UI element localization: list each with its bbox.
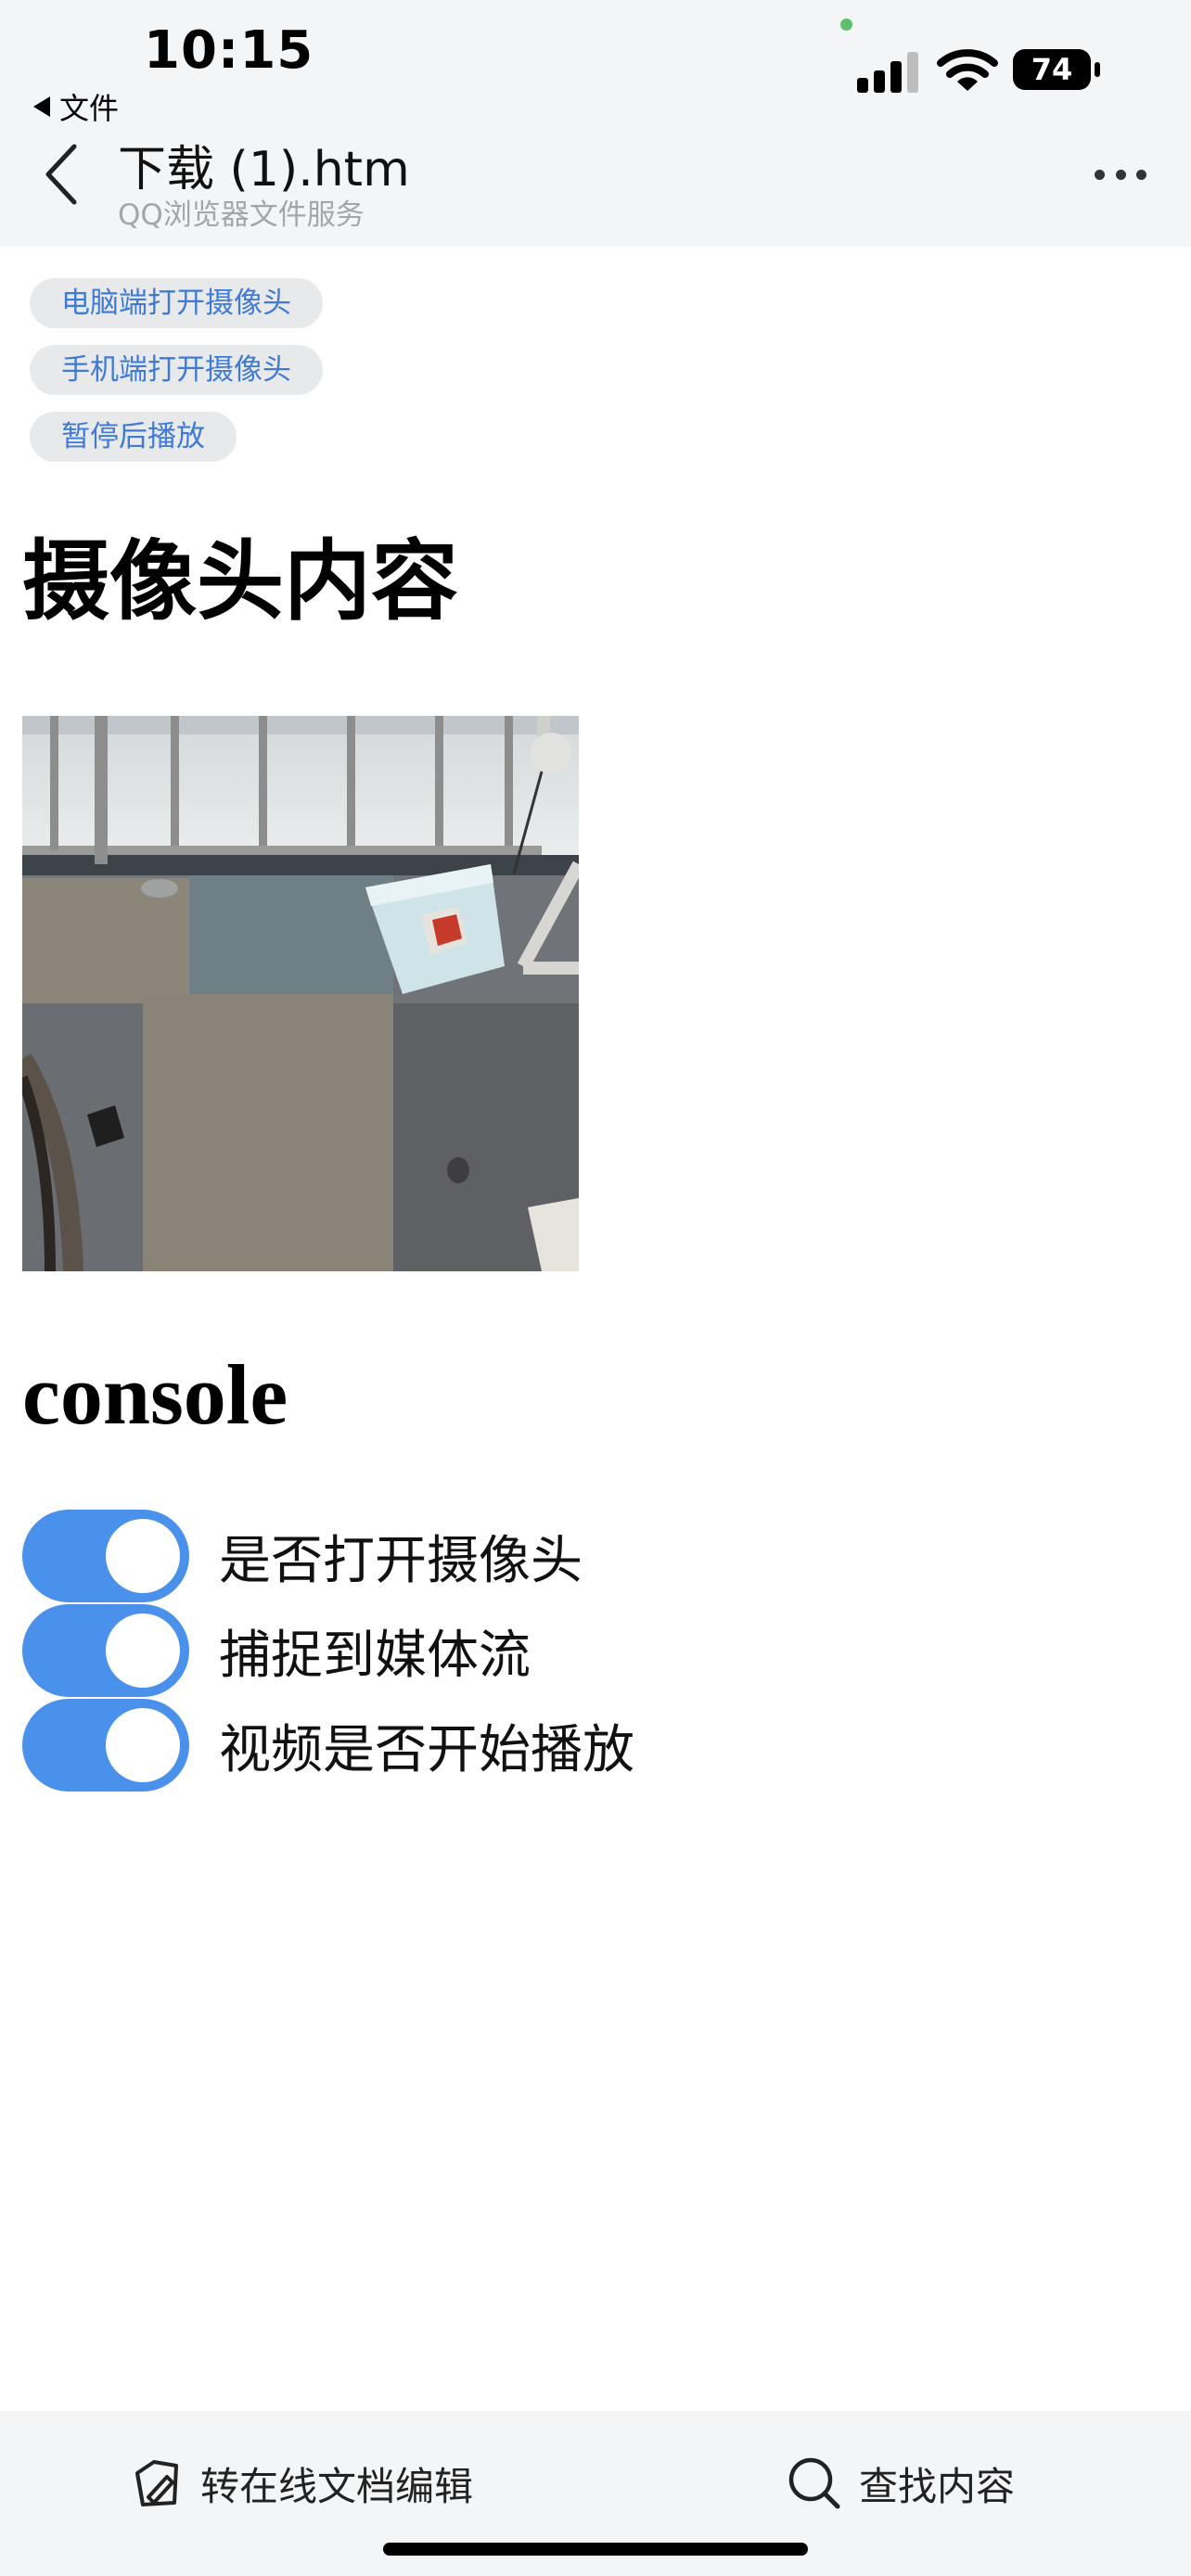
console-heading: console	[22, 1347, 288, 1442]
open-camera-mobile-button[interactable]: 手机端打开摄像头	[30, 345, 323, 395]
media-stream-toggle[interactable]	[22, 1604, 189, 1697]
toggle-label: 捕捉到媒体流	[219, 1625, 531, 1686]
search-icon	[788, 2457, 840, 2509]
privacy-indicator-dot	[840, 19, 852, 31]
camera-frame-image	[22, 716, 579, 1271]
wifi-icon	[937, 49, 998, 91]
back-chevron-icon[interactable]	[41, 141, 82, 208]
camera-video-feed	[22, 716, 579, 1271]
back-to-app-label: 文件	[59, 91, 120, 126]
battery-level: 74	[1031, 52, 1073, 87]
toggle-label: 是否打开摄像头	[219, 1530, 583, 1591]
toggle-row-media-stream: 捕捉到媒体流	[22, 1604, 531, 1697]
back-to-app-button[interactable]: 文件	[33, 85, 119, 128]
document-title: 下载 (1).htm	[118, 142, 410, 198]
toggle-row-camera-open: 是否打开摄像头	[22, 1510, 583, 1602]
toggle-knob	[106, 1613, 180, 1688]
toggle-label: 视频是否开始播放	[219, 1719, 634, 1780]
toggle-row-video-playing: 视频是否开始播放	[22, 1699, 634, 1792]
pause-then-play-button[interactable]: 暂停后播放	[30, 412, 237, 462]
more-options-button[interactable]	[1095, 158, 1146, 191]
home-indicator[interactable]	[383, 2543, 808, 2556]
edit-doc-icon	[135, 2460, 178, 2506]
document-subtitle: QQ浏览器文件服务	[118, 198, 365, 232]
status-time: 10:15	[144, 20, 314, 81]
toggle-knob	[106, 1519, 180, 1593]
open-camera-desktop-button[interactable]: 电脑端打开摄像头	[30, 278, 323, 328]
find-content-button[interactable]: 查找内容	[787, 2452, 1015, 2515]
toggle-knob	[106, 1708, 180, 1782]
back-triangle-icon	[33, 96, 50, 117]
battery-indicator: 74	[1013, 48, 1102, 91]
convert-online-doc-label: 转在线文档编辑	[200, 2463, 474, 2509]
more-dot-icon	[1136, 169, 1146, 180]
video-playing-toggle[interactable]	[22, 1699, 189, 1792]
convert-online-doc-button[interactable]: 转在线文档编辑	[130, 2452, 473, 2515]
cellular-signal-icon	[857, 52, 918, 93]
bottom-toolbar: 转在线文档编辑 查找内容	[0, 2411, 1191, 2576]
camera-content-heading: 摄像头内容	[22, 530, 459, 632]
top-bar: 10:15 文件 74 下载 (1).htm QQ浏览器文件服务	[0, 0, 1191, 247]
camera-open-toggle[interactable]	[22, 1510, 189, 1602]
more-dot-icon	[1115, 169, 1126, 180]
more-dot-icon	[1095, 169, 1105, 180]
find-content-label: 查找内容	[859, 2463, 1016, 2509]
